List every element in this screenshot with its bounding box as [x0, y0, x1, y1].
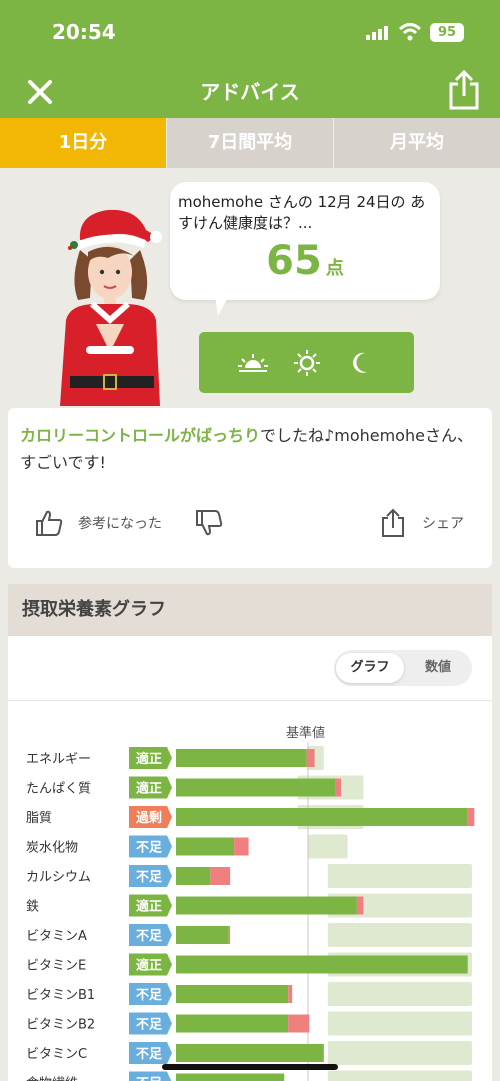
view-toggle: グラフ 数値	[334, 650, 472, 686]
meal-time-selector	[199, 332, 414, 393]
health-score-bubble: mohemohe さんの 12月 24日の あすけん健康度は？... 65 点	[170, 182, 440, 300]
health-score: 65 点	[178, 238, 432, 284]
advisor-avatar	[60, 209, 162, 406]
nav-bar: アドバイス	[0, 66, 500, 118]
thumbs-up-icon	[36, 510, 63, 536]
home-indicator	[162, 1064, 338, 1070]
share-icon[interactable]	[446, 70, 482, 110]
not-helpful-button[interactable]	[194, 508, 238, 538]
advice-highlight: カロリーコントロールがばっちり	[20, 426, 261, 445]
tab-one-day[interactable]: 1日分	[0, 118, 166, 168]
tab-seven-day-average[interactable]: 7日間平均	[166, 118, 333, 168]
toggle-values[interactable]: 数値	[404, 653, 472, 683]
period-tabs: 1日分 7日間平均 月平均	[0, 118, 500, 168]
tab-monthly-average[interactable]: 月平均	[333, 118, 500, 168]
bubble-tail	[214, 290, 232, 316]
divider	[8, 700, 492, 701]
health-score-value: 65	[266, 238, 322, 284]
battery-indicator: 95	[430, 23, 464, 42]
page-title: アドバイス	[200, 80, 300, 104]
share-label: シェア	[422, 516, 464, 532]
thumbs-down-icon	[196, 510, 223, 536]
share-advice-button[interactable]: シェア	[378, 508, 464, 538]
status-time: 20:54	[52, 20, 116, 44]
cellular-signal-icon	[366, 26, 388, 40]
moon-icon[interactable]	[345, 350, 377, 376]
status-bar: 20:54 95	[0, 0, 500, 66]
advice-message: カロリーコントロールがばっちりでしたね♪mohemoheさん、すごいです!	[20, 422, 482, 476]
nutrient-graph-panel: 摂取栄養素グラフ グラフ 数値	[8, 584, 492, 1081]
nutrient-graph-title: 摂取栄養素グラフ	[8, 584, 492, 636]
share-icon	[382, 508, 404, 537]
wifi-icon	[398, 23, 422, 41]
sun-icon[interactable]	[291, 349, 323, 376]
sunrise-icon[interactable]	[237, 350, 269, 376]
helpful-label: 参考になった	[78, 516, 162, 532]
helpful-button[interactable]: 参考になった	[34, 508, 162, 538]
toggle-graph[interactable]: グラフ	[336, 653, 404, 683]
health-score-unit: 点	[325, 258, 344, 279]
advice-card: カロリーコントロールがばっちりでしたね♪mohemoheさん、すごいです! 参考…	[8, 408, 492, 568]
health-score-question: mohemohe さんの 12月 24日の あすけん健康度は？...	[178, 193, 426, 232]
